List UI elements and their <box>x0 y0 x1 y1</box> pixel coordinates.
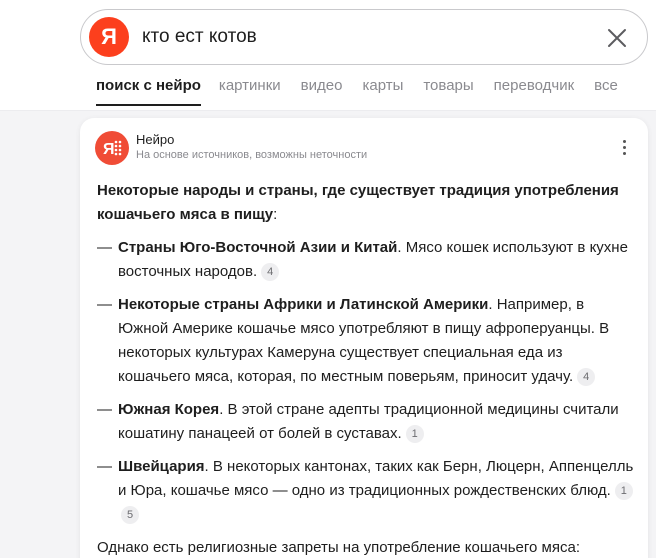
search-tabs: поиск с нейро картинки видео карты товар… <box>96 76 638 106</box>
list-item: — Страны Юго-Восточной Азии и Китай. Мяс… <box>97 236 637 284</box>
source-ref-badge[interactable]: 1 <box>405 425 424 443</box>
list-item: — Южная Корея. В этой стране адепты трад… <box>97 398 637 446</box>
source-ref-badge[interactable]: 4 <box>261 263 280 281</box>
list-item: — Швейцария. В некоторых кантонах, таких… <box>97 455 637 527</box>
close-icon <box>608 29 626 47</box>
tab-maps[interactable]: карты <box>362 76 403 106</box>
tab-neiro-search[interactable]: поиск с нейро <box>96 76 201 106</box>
neiro-subtitle: На основе источников, возможны неточност… <box>136 149 368 161</box>
header-divider <box>0 110 656 111</box>
item-heading: Страны Юго-Восточной Азии и Китай <box>118 239 398 256</box>
neiro-title: Нейро <box>136 132 175 147</box>
search-box[interactable]: Я <box>80 9 648 65</box>
answer-outro: Однако есть религиозные запреты на употр… <box>97 539 580 556</box>
source-ref-badge[interactable]: 5 <box>121 506 139 524</box>
source-ref-badge[interactable]: 1 <box>614 482 633 500</box>
source-ref-badge[interactable]: 4 <box>577 368 596 386</box>
item-heading: Южная Корея <box>118 401 220 418</box>
list-dash: — <box>97 401 112 418</box>
more-options-button[interactable] <box>612 136 636 158</box>
search-input[interactable] <box>142 22 582 52</box>
more-vertical-icon <box>622 139 626 143</box>
svg-text:Я: Я <box>103 141 115 158</box>
list-dash: — <box>97 458 112 475</box>
item-heading: Некоторые страны Африки и Латинской Амер… <box>118 296 489 313</box>
clear-search-button[interactable] <box>600 21 634 55</box>
neiro-answer-card: Я Нейро На основе источников, возможны н… <box>80 118 648 558</box>
yandex-logo[interactable]: Я <box>89 17 129 57</box>
answer-intro: Некоторые народы и страны, где существуе… <box>97 182 619 223</box>
list-item: — Некоторые страны Африки и Латинской Ам… <box>97 293 637 389</box>
list-dash: — <box>97 239 112 256</box>
tab-translator[interactable]: переводчик <box>494 76 574 106</box>
list-dash: — <box>97 296 112 313</box>
tab-products[interactable]: товары <box>423 76 473 106</box>
tab-images[interactable]: картинки <box>219 76 281 106</box>
item-heading: Швейцария <box>118 458 205 475</box>
answer-text: Некоторые народы и страны, где существуе… <box>97 179 637 558</box>
neiro-logo-icon: Я <box>95 131 129 165</box>
tab-video[interactable]: видео <box>301 76 343 106</box>
header: Я поиск с нейро картинки видео карты тов… <box>0 0 656 110</box>
tab-all[interactable]: все <box>594 76 618 106</box>
